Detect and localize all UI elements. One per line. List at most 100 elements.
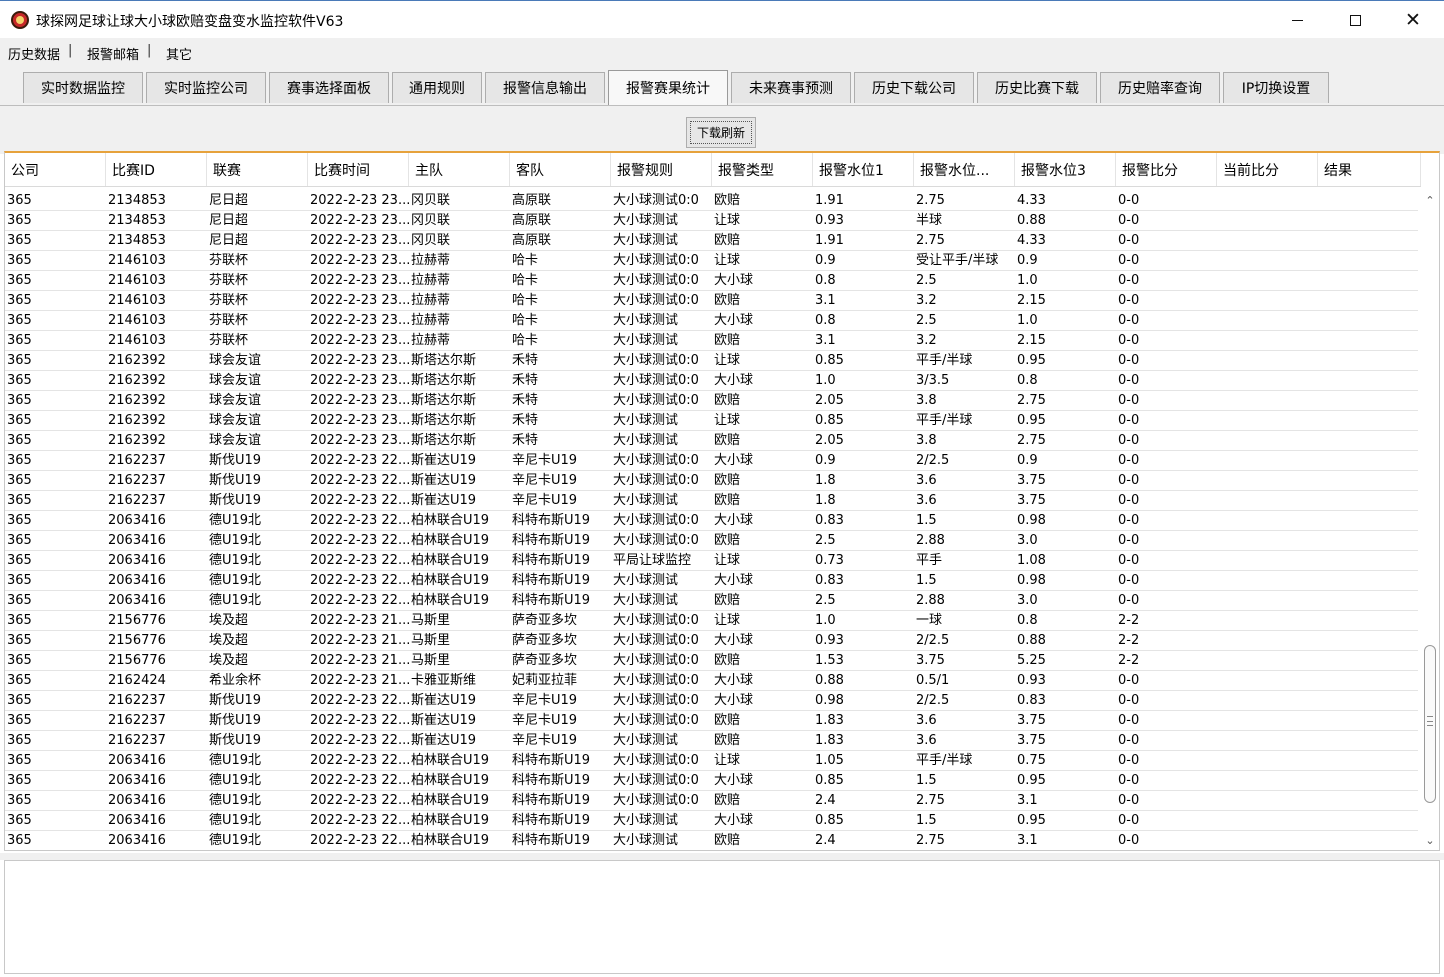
- match-id-cell: 2162237: [108, 733, 166, 748]
- alarm-type-cell: 欧赔: [714, 593, 741, 608]
- table-row[interactable]: 365 2134853 尼日超 2022-2-23 23... 冈贝联 高原联 大小球测试 让…: [5, 211, 1418, 231]
- table-row[interactable]: 365 2063416 德U19北 2022-2-23 22... 柏林联合U19 科特布…: [5, 811, 1418, 831]
- result-cell: [1318, 711, 1421, 731]
- away-team-cell: 科特布斯U19: [512, 513, 591, 528]
- table-row[interactable]: 365 2162392 球会友谊 2022-2-23 23... 斯塔达尔斯 禾特 大小球测…: [5, 431, 1418, 451]
- table-row[interactable]: 365 2156776 埃及超 2022-2-23 21... 马斯里 萨奇亚多坎 大小球测…: [5, 651, 1418, 671]
- water-1-cell: 1.53: [815, 653, 844, 668]
- table-row[interactable]: 365 2146103 芬联杯 2022-2-23 23... 拉赫蒂 哈卡 大小球测试0:…: [5, 271, 1418, 291]
- tab-bar: 实时数据监控 实时监控公司 赛事选择面板 通用规则 报警信息输出 报警赛果统计 …: [0, 66, 1444, 106]
- tab-future-match-prediction[interactable]: 未来赛事预测: [731, 72, 851, 103]
- table-row[interactable]: 365 2162392 球会友谊 2022-2-23 23... 斯塔达尔斯 禾特 大小球测…: [5, 391, 1418, 411]
- scroll-thumb[interactable]: [1424, 645, 1436, 803]
- table-row[interactable]: 365 2134853 尼日超 2022-2-23 23... 冈贝联 高原联 大小球测试 欧…: [5, 231, 1418, 251]
- tab-realtime-data-monitor[interactable]: 实时数据监控: [23, 72, 143, 103]
- maximize-button[interactable]: [1326, 1, 1384, 39]
- column-header-col-alarm-rule[interactable]: 报警规则: [611, 153, 712, 186]
- scroll-down-icon[interactable]: ⌄: [1421, 831, 1439, 849]
- column-header-col-result[interactable]: 结果: [1318, 153, 1421, 186]
- water-3-cell: 1.0: [1017, 313, 1038, 328]
- away-team-cell: 萨奇亚多坎: [512, 633, 578, 648]
- table-row[interactable]: 365 2063416 德U19北 2022-2-23 22... 柏林联合U19 科特布…: [5, 751, 1418, 771]
- home-team-cell: 斯塔达尔斯: [411, 433, 477, 448]
- tab-alarm-result-stats[interactable]: 报警赛果统计: [608, 70, 728, 105]
- table-row[interactable]: 365 2063416 德U19北 2022-2-23 22... 柏林联合U19 科特布…: [5, 551, 1418, 571]
- current-score-cell: [1217, 571, 1318, 591]
- column-header-col-alarm-score[interactable]: 报警比分: [1116, 153, 1217, 186]
- alarm-score-cell: 0-0: [1118, 233, 1140, 248]
- vertical-scrollbar[interactable]: ⌃ ⌄: [1421, 189, 1439, 850]
- table-row[interactable]: 365 2063416 德U19北 2022-2-23 22... 柏林联合U19 科特布…: [5, 831, 1418, 850]
- column-header-col-alarm-type[interactable]: 报警类型: [712, 153, 813, 186]
- match-time-cell: 2022-2-23 23...: [310, 413, 409, 428]
- table-row[interactable]: 365 2063416 德U19北 2022-2-23 22... 柏林联合U19 科特布…: [5, 771, 1418, 791]
- tab-alarm-output[interactable]: 报警信息输出: [485, 72, 605, 103]
- menu-alarm-email[interactable]: 报警邮箱: [87, 44, 139, 63]
- water-3-cell: 0.9: [1017, 253, 1038, 268]
- table-row[interactable]: 365 2162392 球会友谊 2022-2-23 23... 斯塔达尔斯 禾特 大小球测…: [5, 371, 1418, 391]
- tab-match-selection-panel[interactable]: 赛事选择面板: [269, 72, 389, 103]
- column-header-col-company[interactable]: 公司: [5, 153, 106, 186]
- table-row[interactable]: 365 2162237 斯伐U19 2022-2-23 22... 斯崔达U19 辛尼卡U…: [5, 491, 1418, 511]
- table-row[interactable]: 365 2063416 德U19北 2022-2-23 22... 柏林联合U19 科特布…: [5, 531, 1418, 551]
- table-row[interactable]: 365 2146103 芬联杯 2022-2-23 23... 拉赫蒂 哈卡 大小球测试 欧赔…: [5, 331, 1418, 351]
- table-row[interactable]: 365 2156776 埃及超 2022-2-23 21... 马斯里 萨奇亚多坎 大小球测…: [5, 611, 1418, 631]
- tab-history-download-company[interactable]: 历史下载公司: [854, 72, 974, 103]
- table-row[interactable]: 365 2162424 希业余杯 2022-2-23 21... 卡雅亚斯维 妃莉亚拉菲 大…: [5, 671, 1418, 691]
- table-row[interactable]: 365 2162392 球会友谊 2022-2-23 23... 斯塔达尔斯 禾特 大小球测…: [5, 351, 1418, 371]
- table-row[interactable]: 365 2146103 芬联杯 2022-2-23 23... 拉赫蒂 哈卡 大小球测试 大小…: [5, 311, 1418, 331]
- column-header-col-current-score[interactable]: 当前比分: [1217, 153, 1318, 186]
- home-team-cell: 柏林联合U19: [411, 813, 490, 828]
- table-row[interactable]: 365 2162237 斯伐U19 2022-2-23 22... 斯崔达U19 辛尼卡U…: [5, 711, 1418, 731]
- table-row[interactable]: 365 2146103 芬联杯 2022-2-23 23... 拉赫蒂 哈卡 大小球测试0:…: [5, 251, 1418, 271]
- column-header-col-alarm-water-1[interactable]: 报警水位1: [813, 153, 914, 186]
- column-header-col-match-time[interactable]: 比赛时间: [308, 153, 409, 186]
- splitter[interactable]: [0, 853, 1444, 860]
- download-refresh-button[interactable]: 下载刷新: [686, 117, 756, 148]
- away-team-cell: 哈卡: [512, 333, 539, 348]
- table-row[interactable]: 365 2063416 德U19北 2022-2-23 22... 柏林联合U19 科特布…: [5, 571, 1418, 591]
- away-team-cell: 妃莉亚拉菲: [512, 673, 578, 688]
- tab-realtime-monitor-company[interactable]: 实时监控公司: [146, 72, 266, 103]
- column-header-col-match-id[interactable]: 比赛ID: [106, 153, 207, 186]
- league-cell: 德U19北: [209, 533, 262, 548]
- match-time-cell: 2022-2-23 23...: [310, 313, 409, 328]
- tab-history-match-download[interactable]: 历史比赛下载: [977, 72, 1097, 103]
- water-1-cell: 0.98: [815, 693, 844, 708]
- table-row[interactable]: 365 2162237 斯伐U19 2022-2-23 22... 斯崔达U19 辛尼卡U…: [5, 471, 1418, 491]
- table-row[interactable]: 365 2134853 尼日超 2022-2-23 23... 冈贝联 高原联 大小球测试0…: [5, 191, 1418, 211]
- table-row[interactable]: 365 2156776 埃及超 2022-2-23 21... 马斯里 萨奇亚多坎 大小球测…: [5, 631, 1418, 651]
- water-2-cell: 平手/半球: [916, 353, 973, 368]
- column-header-col-alarm-water-3[interactable]: 报警水位3: [1015, 153, 1116, 186]
- log-output-textarea[interactable]: [4, 860, 1440, 974]
- scroll-up-icon[interactable]: ⌃: [1421, 191, 1439, 209]
- table-row[interactable]: 365 2063416 德U19北 2022-2-23 22... 柏林联合U19 科特布…: [5, 591, 1418, 611]
- tab-history-odds-query[interactable]: 历史赔率查询: [1100, 72, 1220, 103]
- close-button[interactable]: ✕: [1384, 1, 1442, 39]
- table-row[interactable]: 365 2063416 德U19北 2022-2-23 22... 柏林联合U19 科特布…: [5, 511, 1418, 531]
- tab-general-rules[interactable]: 通用规则: [392, 72, 482, 103]
- alarm-rule-cell: 大小球测试: [613, 493, 679, 508]
- table-row[interactable]: 365 2162237 斯伐U19 2022-2-23 22... 斯崔达U19 辛尼卡U…: [5, 691, 1418, 711]
- column-header-col-home-team[interactable]: 主队: [409, 153, 510, 186]
- table-row[interactable]: 365 2162392 球会友谊 2022-2-23 23... 斯塔达尔斯 禾特 大小球测…: [5, 411, 1418, 431]
- menu-other[interactable]: 其它: [166, 44, 192, 63]
- minimize-button[interactable]: [1268, 1, 1326, 39]
- alarm-results-grid[interactable]: 公司 比赛ID 联赛 比赛时间 主队 客队 报警规则 报警类型 报警水位1 报警水位... 报警水位…: [4, 151, 1440, 851]
- alarm-score-cell: 2-2: [1118, 653, 1140, 668]
- home-team-cell: 斯崔达U19: [411, 493, 477, 508]
- column-header-col-away-team[interactable]: 客队: [510, 153, 611, 186]
- water-3-cell: 3.75: [1017, 733, 1046, 748]
- table-row[interactable]: 365 2162237 斯伐U19 2022-2-23 22... 斯崔达U19 辛尼卡U…: [5, 451, 1418, 471]
- tab-ip-switch-settings[interactable]: IP切换设置: [1223, 72, 1329, 103]
- table-row[interactable]: 365 2162237 斯伐U19 2022-2-23 22... 斯崔达U19 辛尼卡U…: [5, 731, 1418, 751]
- column-header-col-alarm-water-2[interactable]: 报警水位...: [914, 153, 1015, 186]
- alarm-score-cell: 0-0: [1118, 313, 1140, 328]
- column-header-col-league[interactable]: 联赛: [207, 153, 308, 186]
- table-row[interactable]: 365 2063416 德U19北 2022-2-23 22... 柏林联合U19 科特布…: [5, 791, 1418, 811]
- home-team-cell: 斯崔达U19: [411, 733, 477, 748]
- away-team-cell: 萨奇亚多坎: [512, 653, 578, 668]
- league-cell: 斯伐U19: [209, 453, 262, 468]
- menu-history-data[interactable]: 历史数据: [8, 44, 60, 63]
- table-row[interactable]: 365 2146103 芬联杯 2022-2-23 23... 拉赫蒂 哈卡 大小球测试0:…: [5, 291, 1418, 311]
